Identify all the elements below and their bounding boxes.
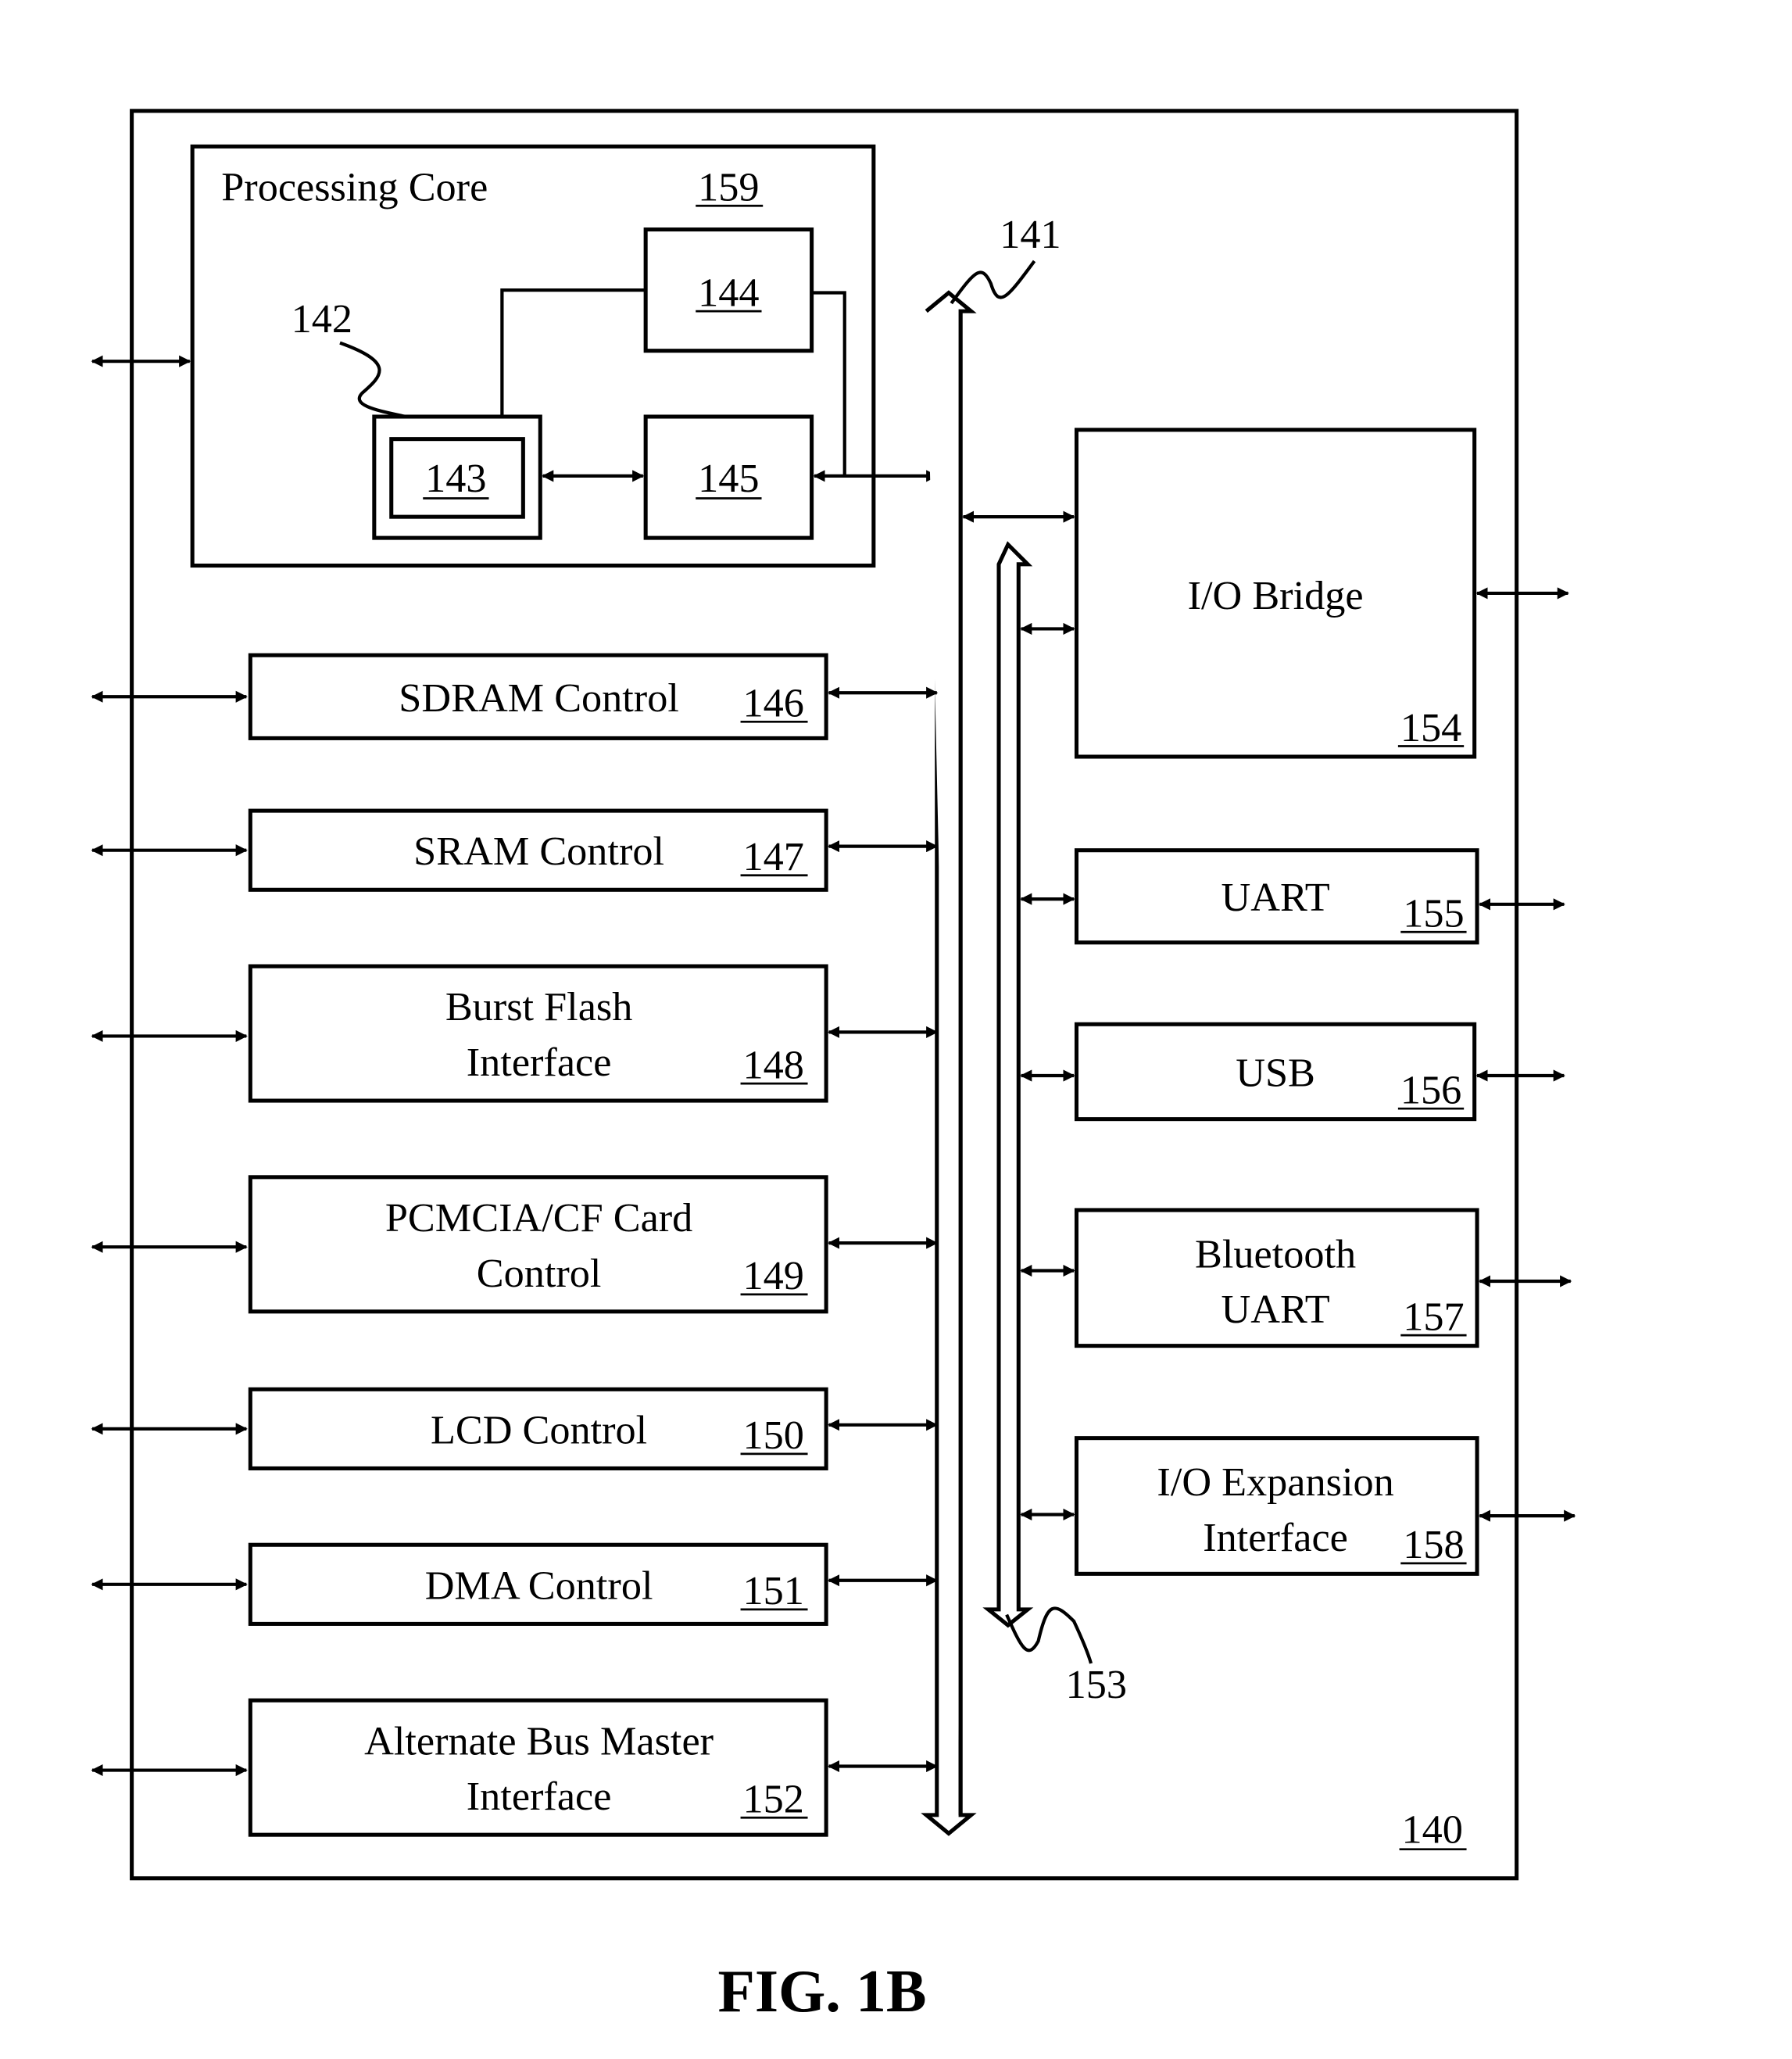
left-block-label: Interface — [467, 1040, 612, 1085]
right-block-label: Interface — [1203, 1515, 1348, 1560]
system-ref-140: 140 — [1402, 1807, 1463, 1852]
right-block-ref: 157 — [1403, 1294, 1464, 1339]
right-block-label: I/O Bridge — [1188, 573, 1364, 618]
right-block-ref: 155 — [1403, 890, 1464, 936]
left-block-ref: 151 — [743, 1568, 804, 1613]
processing-core-label: Processing Core — [221, 164, 488, 209]
bus-ref-153: 153 — [1066, 1662, 1127, 1707]
right-block-label: USB — [1236, 1050, 1315, 1095]
right-block-label: UART — [1221, 1287, 1330, 1332]
figure-caption: FIG. 1B — [718, 1957, 927, 2025]
left-block-ref: 149 — [743, 1253, 804, 1298]
left-block-ref: 146 — [743, 681, 804, 726]
left-block-label: DMA Control — [425, 1563, 653, 1608]
processing-core-ref: 159 — [698, 164, 759, 209]
processing-core: Processing Core 159 143 144 145 142 — [91, 144, 939, 568]
left-block-label: Alternate Bus Master — [364, 1718, 714, 1764]
right-block-ref: 158 — [1403, 1522, 1464, 1567]
left-block-ref: 152 — [743, 1777, 804, 1822]
bus-ref-141: 141 — [1000, 212, 1061, 257]
left-block-ref: 150 — [743, 1413, 804, 1458]
right-block-label: UART — [1221, 875, 1330, 920]
core-block-145-ref: 145 — [698, 456, 759, 501]
left-block-label: LCD Control — [431, 1407, 647, 1452]
right-block-label: I/O Expansion — [1157, 1459, 1393, 1505]
block-diagram: Processing Core 159 143 144 145 142 141 … — [91, 109, 1576, 2025]
left-block-label: Control — [477, 1251, 602, 1296]
leader-ref-142: 142 — [292, 296, 352, 342]
right-block-ref: 156 — [1400, 1067, 1461, 1112]
core-block-143-ref: 143 — [425, 456, 486, 501]
left-block-label: SDRAM Control — [399, 675, 679, 721]
left-block-label: Interface — [467, 1774, 612, 1819]
left-block-label: SRAM Control — [413, 829, 664, 874]
right-block-ref: 154 — [1400, 705, 1461, 750]
left-block-ref: 148 — [743, 1042, 804, 1087]
left-block-label: Burst Flash — [445, 984, 633, 1030]
left-block-label: PCMCIA/CF Card — [385, 1195, 692, 1241]
right-block-label: Bluetooth — [1195, 1231, 1356, 1277]
left-block-ref: 147 — [743, 834, 804, 879]
core-block-144-ref: 144 — [698, 270, 759, 315]
